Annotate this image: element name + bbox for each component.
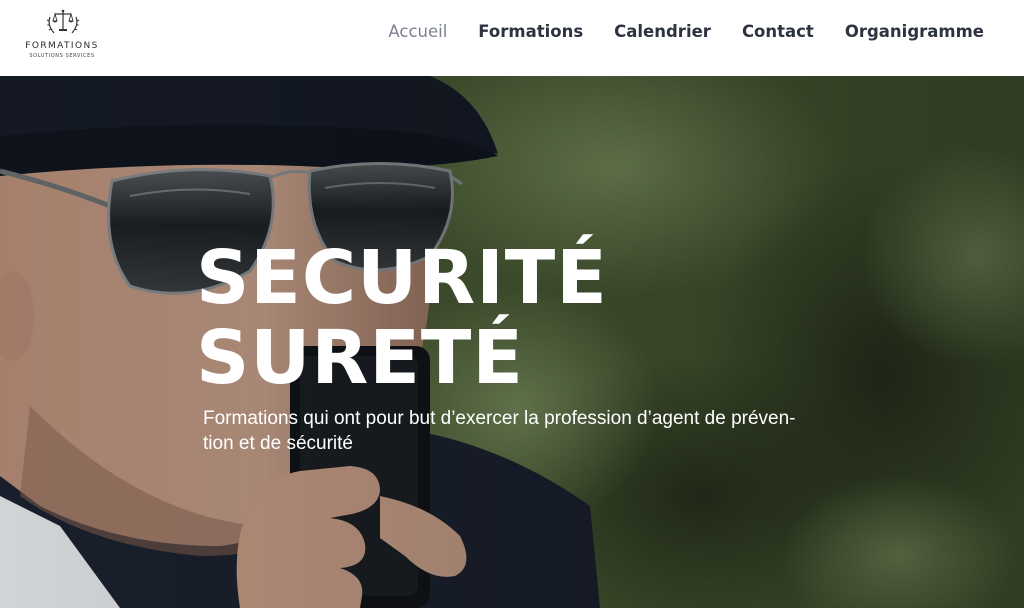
hero-description-line-1: Formations qui ont pour but d’exercer la… bbox=[203, 408, 796, 429]
logo-title: FORMATIONS bbox=[25, 41, 99, 51]
scales-of-justice-icon bbox=[46, 9, 80, 34]
nav-item-accueil[interactable]: Accueil bbox=[388, 22, 447, 42]
logo-subtitle: SOLUTIONS SERVICES bbox=[29, 53, 95, 59]
hero-title-line-2: SURETÉ bbox=[196, 315, 524, 401]
nav-item-formations[interactable]: Formations bbox=[478, 22, 583, 42]
nav-item-organigramme[interactable]: Organigramme bbox=[845, 22, 984, 42]
nav-item-calendrier[interactable]: Calendrier bbox=[614, 22, 711, 42]
site-header: FORMATIONS SOLUTIONS SERVICES Accueil Fo… bbox=[0, 0, 1024, 76]
hero-section: SECURITÉ SURETÉ Formations qui ont pour … bbox=[0, 76, 1024, 608]
hero-title: SECURITÉ SURETÉ bbox=[196, 238, 608, 398]
hero-title-line-1: SECURITÉ bbox=[196, 235, 608, 321]
nav-item-contact[interactable]: Contact bbox=[742, 22, 814, 42]
site-logo[interactable]: FORMATIONS SOLUTIONS SERVICES bbox=[22, 7, 102, 63]
main-nav: Accueil Formations Calendrier Contact Or… bbox=[388, 22, 984, 42]
hero-description: Formations qui ont pour but d’exercer la… bbox=[203, 406, 843, 456]
hero-description-line-2: tion et de sécurité bbox=[203, 433, 353, 454]
